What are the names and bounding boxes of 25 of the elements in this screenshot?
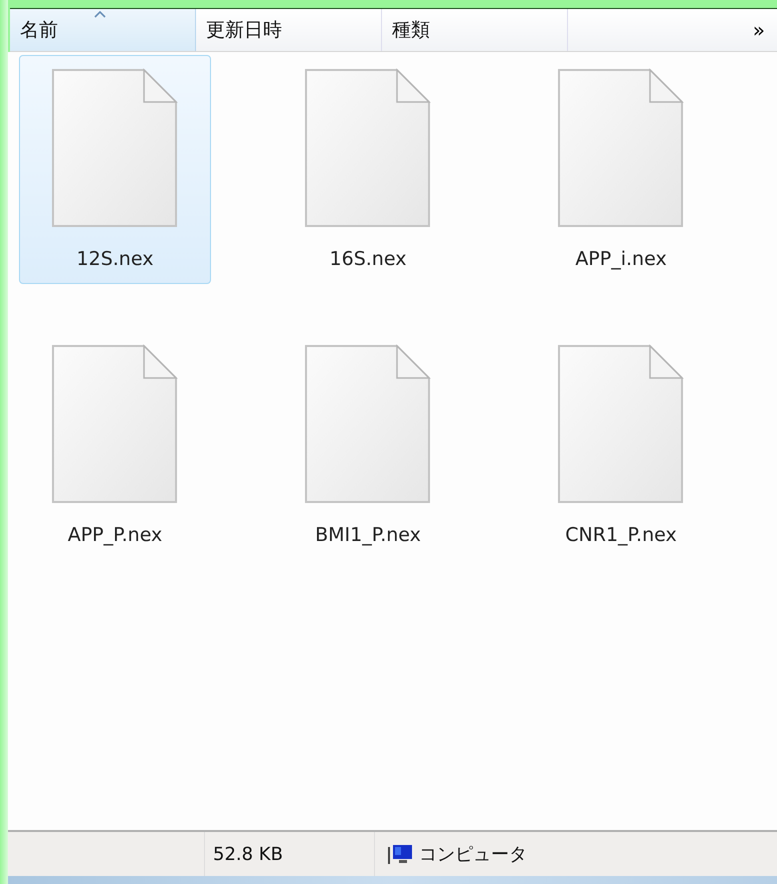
column-header[interactable]: 名前 bbox=[10, 9, 196, 51]
file-item[interactable]: BMI1_P.nex bbox=[272, 331, 464, 560]
file-item[interactable]: APP_i.nex bbox=[525, 55, 717, 284]
file-item[interactable]: 16S.nex bbox=[272, 55, 464, 284]
file-item[interactable]: 12S.nex bbox=[19, 55, 211, 284]
file-name: APP_i.nex bbox=[575, 248, 667, 270]
column-header[interactable]: 更新日時 bbox=[196, 9, 382, 51]
document-icon bbox=[556, 68, 686, 230]
file-name: BMI1_P.nex bbox=[315, 524, 421, 546]
file-name: CNR1_P.nex bbox=[565, 524, 677, 546]
computer-icon bbox=[387, 843, 413, 865]
file-name: APP_P.nex bbox=[68, 524, 162, 546]
document-icon bbox=[50, 344, 180, 506]
file-name: 16S.nex bbox=[330, 248, 406, 270]
size-label: 52.8 KB bbox=[213, 844, 283, 864]
column-header[interactable]: 種類 bbox=[382, 9, 568, 51]
file-item[interactable]: APP_P.nex bbox=[19, 331, 211, 560]
document-icon bbox=[303, 68, 433, 230]
zone-label: コンピュータ bbox=[419, 843, 527, 866]
document-icon bbox=[50, 68, 180, 230]
file-item[interactable]: CNR1_P.nex bbox=[525, 331, 717, 560]
file-name: 12S.nex bbox=[76, 248, 154, 270]
document-icon bbox=[303, 344, 433, 506]
document-icon bbox=[556, 344, 686, 506]
more-columns-button[interactable]: » bbox=[752, 18, 765, 42]
